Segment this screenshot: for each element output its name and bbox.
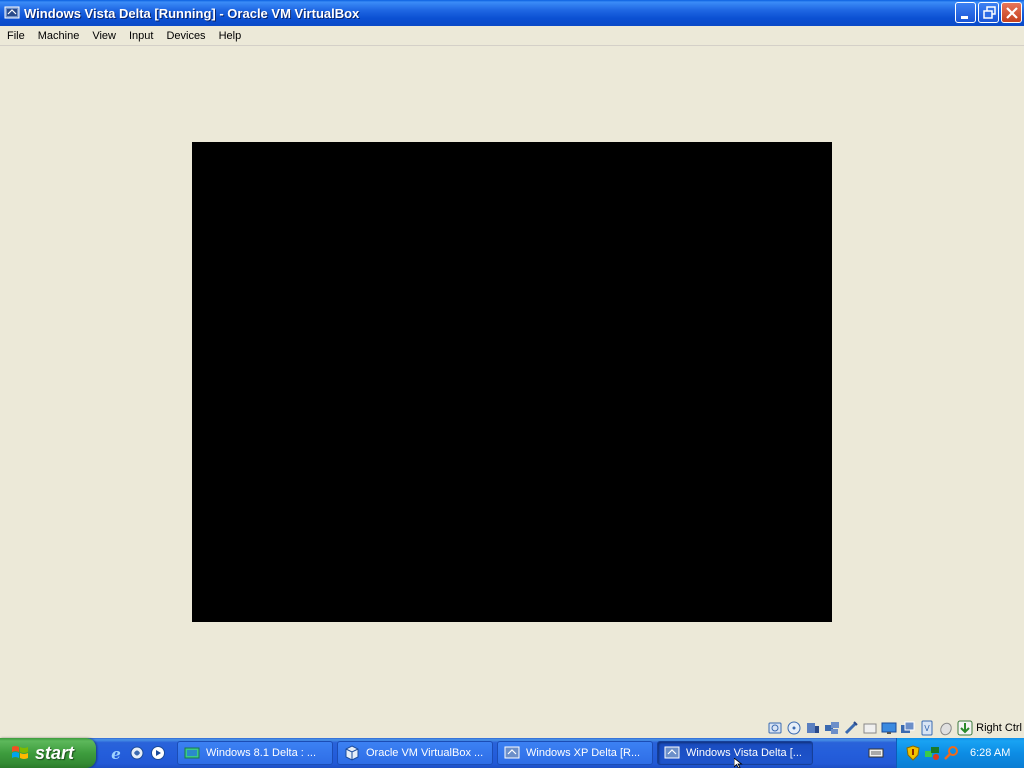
hard-disk-icon[interactable] [767,720,783,736]
close-icon [1006,7,1018,19]
task-label: Oracle VM VirtualBox ... [366,747,484,759]
search-icon[interactable] [943,745,959,761]
menu-machine[interactable]: Machine [31,27,86,45]
network-status-icon[interactable] [924,745,940,761]
restore-icon [983,6,996,19]
vm-display[interactable] [192,142,832,622]
virtualization-icon[interactable]: V [919,720,935,736]
host-key-label: Right Ctrl [976,722,1022,734]
display-icon[interactable] [881,720,897,736]
vm-status-bar: V Right Ctrl [764,718,1024,738]
optical-drive-icon[interactable] [786,720,802,736]
menu-help[interactable]: Help [212,27,248,45]
window-icon [184,747,200,759]
title-bar[interactable]: Windows Vista Delta [Running] - Oracle V… [0,0,1024,26]
restore-button[interactable] [978,2,999,23]
video-capture-icon[interactable] [900,720,916,736]
clock: 6:28 AM [970,747,1011,759]
taskbar-item-windows-8-1-delta[interactable]: Windows 8.1 Delta : ... [177,741,333,765]
start-label: start [35,742,75,763]
taskbar-item-windows-xp-delta[interactable]: Windows XP Delta [R... [497,741,653,765]
security-shield-icon[interactable] [905,745,921,761]
system-tray: 6:28 AM [896,738,1024,768]
start-button[interactable]: start [0,738,96,768]
virtualbox-vm-icon [504,746,520,759]
internet-explorer-icon[interactable]: e [108,745,124,761]
media-player-icon[interactable] [150,745,166,761]
keyboard-language-icon[interactable] [868,745,884,761]
menu-devices[interactable]: Devices [159,27,211,45]
task-label: Windows 8.1 Delta : ... [206,747,317,759]
mouse-cursor-icon [734,758,743,768]
svg-text:V: V [924,724,930,733]
minimize-button[interactable] [955,2,976,23]
menu-bar: File Machine View Input Devices Help [0,26,1024,46]
menu-file[interactable]: File [0,27,31,45]
menu-view[interactable]: View [85,27,122,45]
mouse-integration-icon[interactable] [938,720,954,736]
window-title: Windows Vista Delta [Running] - Oracle V… [24,5,360,21]
close-button[interactable] [1001,2,1022,23]
minimize-icon [961,16,968,19]
audio-icon[interactable] [805,720,821,736]
network-icon[interactable] [824,720,840,736]
taskbar-item-oracle-vm-virtualbox[interactable]: Oracle VM VirtualBox ... [337,741,493,765]
virtualbox-icon [345,745,359,761]
task-label: Windows XP Delta [R... [526,747,641,759]
windows-flag-icon [12,746,28,759]
shared-folders-icon[interactable] [862,720,878,736]
svg-text:e: e [111,745,121,761]
usb-icon[interactable] [843,720,859,736]
quick-launch: e [96,738,173,768]
virtualbox-vm-icon [4,6,20,19]
virtualbox-vm-icon [664,746,680,759]
keyboard-capture-icon[interactable] [957,720,973,736]
menu-input[interactable]: Input [122,27,159,45]
firefox-icon[interactable] [129,745,145,761]
